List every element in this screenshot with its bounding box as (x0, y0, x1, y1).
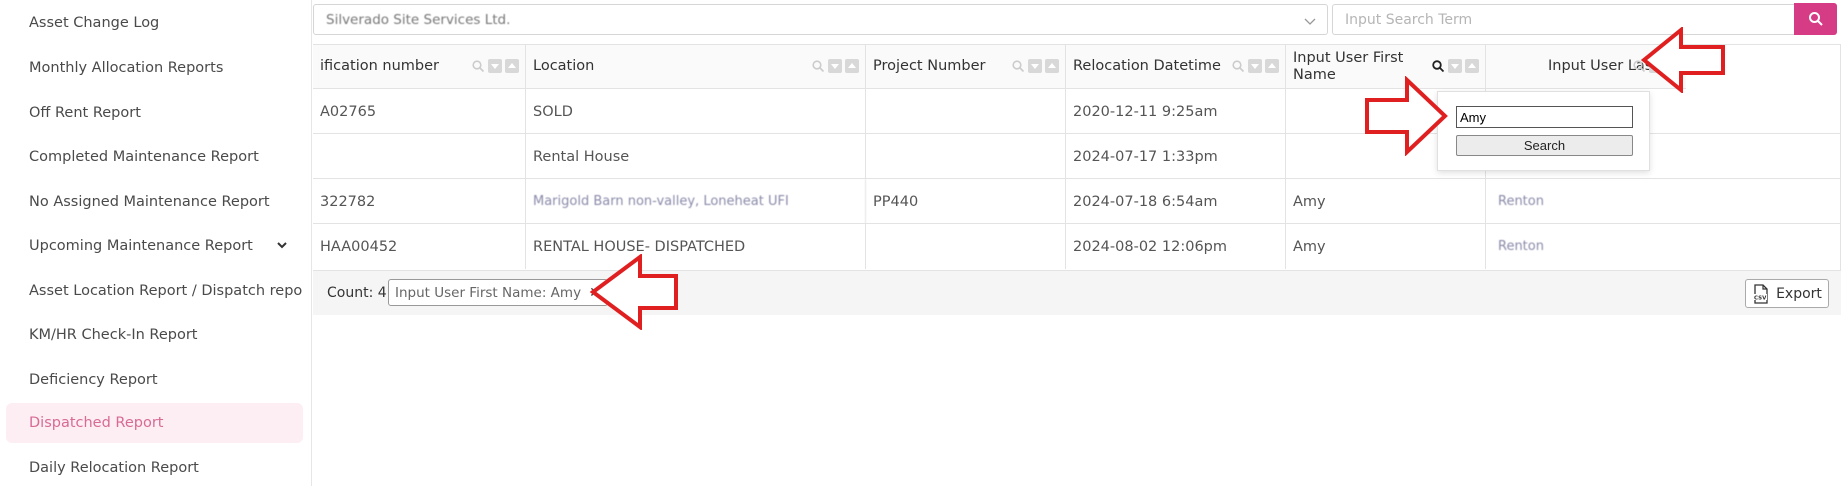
table-cell (866, 89, 1066, 134)
table-cell: Marigold Barn non-valley, Loneheat UFI (526, 179, 866, 224)
table-cell: Amy (1286, 224, 1486, 269)
sort-desc-icon[interactable] (488, 59, 502, 73)
sidebar-item-label: Asset Change Log (29, 15, 160, 31)
sidebar-item-off-rent-report[interactable]: Off Rent Report (6, 93, 303, 133)
table-cell: PP440 (866, 179, 1066, 224)
search-button[interactable] (1794, 3, 1837, 35)
sidebar-item-label: Completed Maintenance Report (29, 149, 259, 165)
sidebar-item-upcoming-maintenance-report[interactable]: Upcoming Maintenance Report (6, 226, 303, 266)
sidebar-item-label: KM/HR Check-In Report (29, 327, 198, 343)
column-header-label: Project Number (873, 58, 986, 74)
sidebar-item-label: Daily Relocation Report (29, 460, 199, 476)
table-cell: A02765 (313, 89, 526, 134)
chevron-down-icon[interactable] (275, 238, 289, 252)
table-cell: SOLD (526, 89, 866, 134)
company-select[interactable]: Silverado Site Services Ltd. (313, 4, 1328, 35)
search-icon[interactable] (471, 59, 485, 73)
table-cell: 322782 (313, 179, 526, 224)
sidebar-item-km-hr-check-in-report[interactable]: KM/HR Check-In Report (6, 315, 303, 355)
column-header-identification-number[interactable]: ification number (313, 45, 526, 89)
sort-asc-icon[interactable] (505, 59, 519, 73)
table-cell: Renton (1498, 239, 1544, 254)
table-cell: 2020-12-11 9:25am (1066, 89, 1286, 134)
sidebar-item-asset-location-report[interactable]: Asset Location Report / Dispatch repo... (6, 271, 303, 311)
table-row[interactable]: HAA00452 RENTAL HOUSE- DISPATCHED 2024-0… (313, 224, 1841, 269)
sidebar-item-no-assigned-maintenance-report[interactable]: No Assigned Maintenance Report (6, 182, 303, 222)
table-cell: 2024-07-18 6:54am (1066, 179, 1286, 224)
sort-desc-icon[interactable] (1248, 59, 1262, 73)
sort-desc-icon[interactable] (828, 59, 842, 73)
search-icon[interactable] (1431, 59, 1445, 73)
sidebar-item-deficiency-report[interactable]: Deficiency Report (6, 360, 303, 400)
sidebar-item-dispatched-report[interactable]: Dispatched Report (6, 403, 303, 443)
search-icon[interactable] (1011, 59, 1025, 73)
sidebar-item-label: Off Rent Report (29, 105, 141, 121)
table-cell: 2024-08-02 12:06pm (1066, 224, 1286, 269)
annotation-arrow-left-icon (590, 254, 678, 330)
chevron-down-icon (1304, 18, 1316, 25)
table-cell (866, 134, 1066, 179)
table-cell: RENTAL HOUSE- DISPATCHED (526, 224, 866, 269)
table-cell (866, 224, 1066, 269)
sidebar-item-label: Asset Location Report / Dispatch repo... (29, 283, 303, 299)
sort-desc-icon[interactable] (1028, 59, 1042, 73)
table-cell: Renton (1498, 194, 1544, 209)
column-header-relocation-datetime[interactable]: Relocation Datetime (1066, 45, 1286, 89)
sidebar: Asset Change Log Monthly Allocation Repo… (0, 0, 312, 486)
sort-asc-icon[interactable] (1045, 59, 1059, 73)
table-cell: HAA00452 (313, 224, 526, 269)
search-icon[interactable] (811, 59, 825, 73)
column-header-project-number[interactable]: Project Number (866, 45, 1066, 89)
report-table: ification number Location Project Number… (313, 44, 1841, 315)
row-count: Count: 4 (327, 285, 387, 301)
sidebar-item-daily-relocation-report[interactable]: Daily Relocation Report (6, 448, 303, 488)
search-icon (1808, 12, 1823, 26)
sort-asc-icon[interactable] (1265, 59, 1279, 73)
csv-file-icon: CSV (1753, 283, 1768, 304)
sort-desc-icon[interactable] (1448, 59, 1462, 73)
company-select-value: Silverado Site Services Ltd. (326, 11, 511, 28)
table-row[interactable]: 322782 Marigold Barn non-valley, Lonehea… (313, 179, 1841, 224)
column-header-label: Relocation Datetime (1073, 58, 1221, 74)
table-cell (313, 134, 526, 179)
table-cell: 2024-07-17 1:33pm (1066, 134, 1286, 179)
column-header-location[interactable]: Location (526, 45, 866, 89)
annotation-arrow-right-icon (1365, 76, 1448, 156)
filter-chip-label: Input User First Name: Amy (395, 284, 582, 301)
sidebar-item-label: Upcoming Maintenance Report (29, 238, 253, 254)
sidebar-item-label: Dispatched Report (29, 415, 164, 431)
column-filter-popup: Search (1437, 91, 1650, 171)
table-cell: Amy (1286, 179, 1486, 224)
export-button-label: Export (1776, 285, 1822, 302)
sort-asc-icon[interactable] (1465, 59, 1479, 73)
filter-chip: Input User First Name: Amy ✕ (388, 279, 608, 306)
export-button[interactable]: CSV Export (1745, 279, 1829, 308)
sidebar-item-label: No Assigned Maintenance Report (29, 194, 270, 210)
table-footer: Count: 4 Input User First Name: Amy ✕ CS… (313, 270, 1841, 315)
column-header-label: ification number (320, 58, 439, 74)
annotation-arrow-left-icon (1641, 27, 1725, 93)
column-header-label: Location (533, 58, 595, 74)
sidebar-item-monthly-allocation-reports[interactable]: Monthly Allocation Reports (6, 48, 303, 88)
column-filter-input[interactable] (1456, 106, 1633, 128)
sidebar-item-label: Deficiency Report (29, 372, 158, 388)
column-filter-search-button[interactable]: Search (1456, 135, 1633, 156)
table-cell: Rental House (526, 134, 866, 179)
sidebar-item-label: Monthly Allocation Reports (29, 60, 224, 76)
sidebar-item-completed-maintenance-report[interactable]: Completed Maintenance Report (6, 137, 303, 177)
sort-asc-icon[interactable] (845, 59, 859, 73)
sidebar-item-asset-change-log[interactable]: Asset Change Log (6, 3, 303, 43)
search-icon[interactable] (1231, 59, 1245, 73)
svg-text:CSV: CSV (1754, 295, 1767, 301)
